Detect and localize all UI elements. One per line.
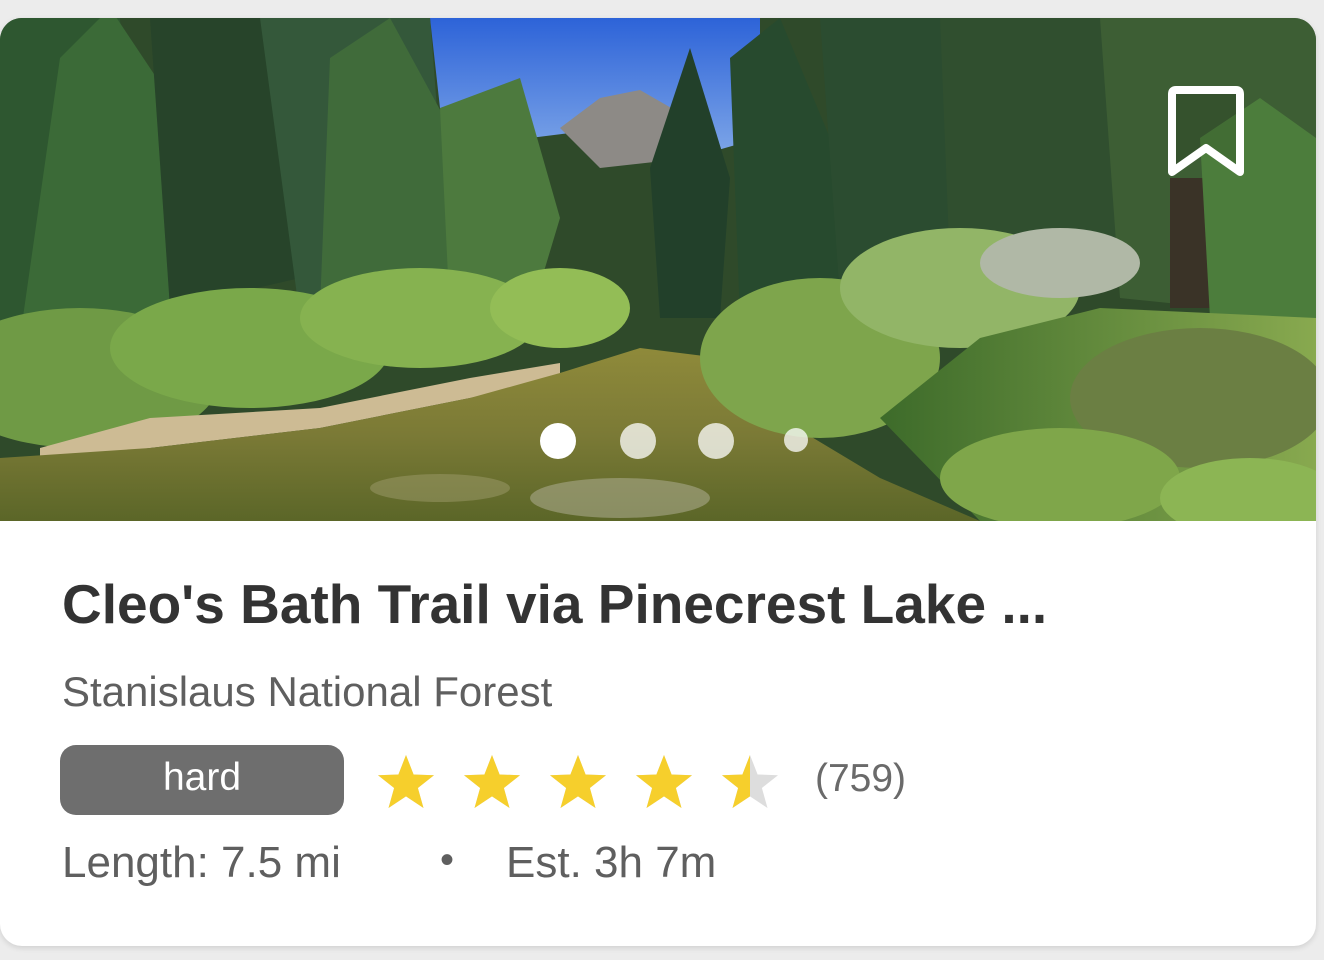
trail-photo-image	[0, 18, 1316, 521]
trail-location[interactable]: Stanislaus National Forest	[62, 668, 552, 716]
carousel-dot-2[interactable]	[620, 423, 656, 459]
difficulty-badge: hard	[60, 745, 344, 815]
stats-separator: •	[440, 838, 455, 882]
star-icon	[634, 753, 694, 811]
estimated-time: Est. 3h 7m	[506, 838, 717, 887]
trail-title[interactable]: Cleo's Bath Trail via Pinecrest Lake ...	[62, 572, 1282, 636]
star-icon	[462, 753, 522, 811]
review-count[interactable]: (759)	[815, 757, 906, 801]
trail-length: Length: 7.5 mi	[62, 838, 341, 887]
trail-card[interactable]: Cleo's Bath Trail via Pinecrest Lake ...…	[0, 18, 1316, 946]
star-icon	[376, 753, 436, 811]
carousel-dot-4[interactable]	[784, 428, 808, 452]
bookmark-button[interactable]	[1166, 84, 1246, 180]
star-icon	[548, 753, 608, 811]
carousel-dot-1[interactable]	[540, 423, 576, 459]
trail-photo[interactable]	[0, 18, 1316, 521]
carousel-dot-3[interactable]	[698, 423, 734, 459]
star-icon	[720, 753, 780, 811]
bookmark-icon	[1168, 86, 1244, 176]
